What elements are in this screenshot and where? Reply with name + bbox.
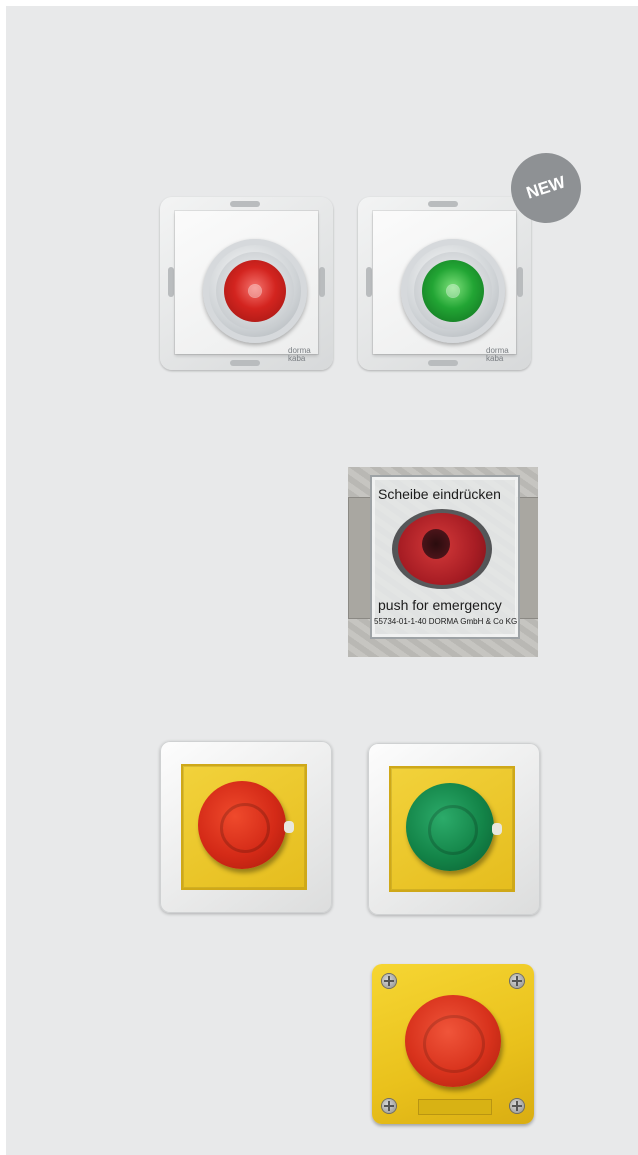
mushroom-switch-green[interactable] — [368, 743, 540, 915]
label-slot — [418, 1099, 492, 1115]
mounting-slot — [230, 201, 260, 207]
mushroom-switch-red[interactable] — [160, 741, 332, 913]
brand-logo: dorma kaba — [486, 346, 509, 363]
cover-part-number: 55734-01-1-40 DORMA GmbH & Co KG — [374, 617, 518, 626]
green-mushroom-button[interactable] — [406, 783, 502, 871]
emergency-stop-enclosure[interactable] — [372, 964, 534, 1124]
red-emergency-button[interactable] — [392, 509, 492, 589]
cover-instruction-text: Scheibe eindrücken — [378, 486, 501, 502]
cover-plate: dorma kaba — [373, 211, 516, 363]
red-emergency-stop-button[interactable] — [405, 995, 501, 1087]
mounting-slot — [366, 267, 372, 297]
emergency-glass-cover-switch[interactable]: Scheibe eindrücken push for emergency 55… — [348, 467, 538, 657]
mounting-slot — [428, 360, 458, 366]
mounting-slot — [428, 201, 458, 207]
mounting-bracket — [348, 497, 372, 619]
flush-switch-green[interactable]: dorma kaba — [358, 197, 531, 370]
mounting-slot — [230, 360, 260, 366]
green-lens-button[interactable] — [422, 260, 484, 322]
screw-icon — [510, 974, 524, 988]
screw-icon — [382, 974, 396, 988]
brand-logo: dorma kaba — [288, 346, 311, 363]
button-ring — [401, 239, 505, 343]
mounting-slot — [319, 267, 325, 297]
mounting-slot — [168, 267, 174, 297]
flush-switch-red[interactable]: dorma kaba — [160, 197, 333, 370]
mounting-slot — [517, 267, 523, 297]
screw-icon — [382, 1099, 396, 1113]
screw-icon — [510, 1099, 524, 1113]
red-mushroom-button[interactable] — [198, 781, 294, 869]
red-lens-button[interactable] — [224, 260, 286, 322]
cover-emergency-text: push for emergency — [378, 597, 502, 613]
new-badge-text: NEW — [524, 172, 568, 203]
button-ring — [203, 239, 307, 343]
cover-plate: dorma kaba — [175, 211, 318, 363]
